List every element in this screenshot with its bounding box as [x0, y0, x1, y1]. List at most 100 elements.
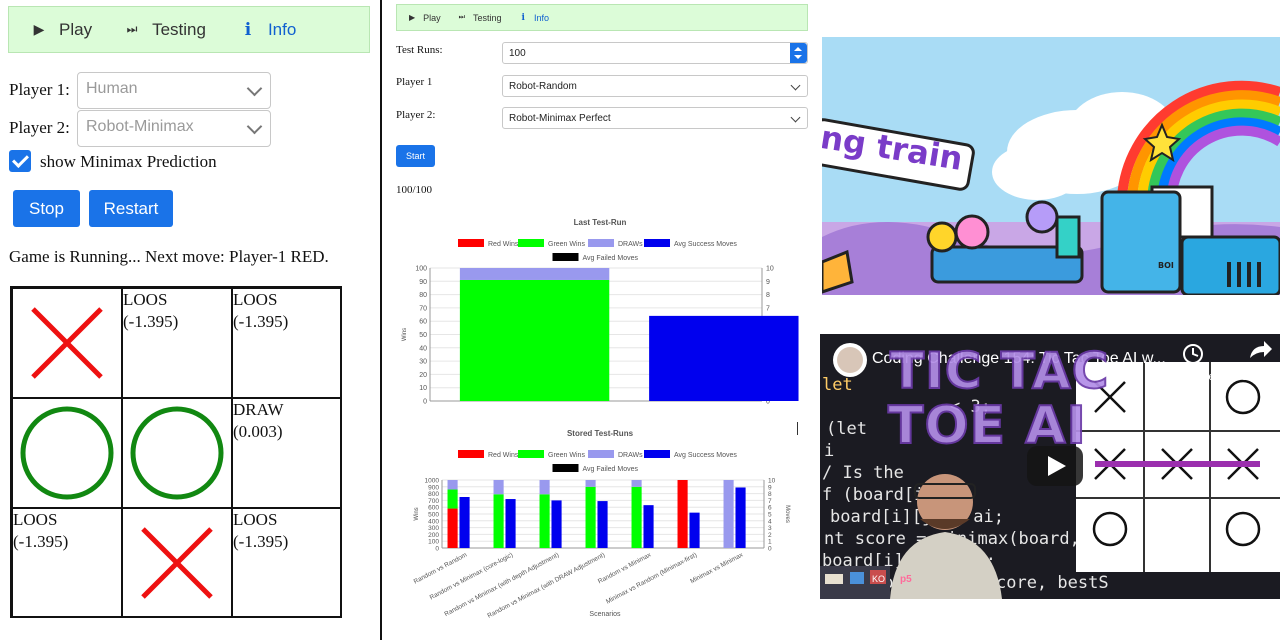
- nav-play-label: Play: [423, 12, 441, 23]
- y2-tick-label: 9: [768, 484, 772, 491]
- cell-prediction-score: (-1.395): [233, 532, 289, 551]
- bar-green-wins: [631, 486, 642, 548]
- y-axis-label: Wins: [402, 328, 408, 341]
- board-cell[interactable]: [122, 508, 232, 618]
- bar-green-wins: [459, 279, 610, 401]
- legend-label: DRAWs: [618, 452, 643, 459]
- bar-avg-success-moves: [551, 500, 562, 548]
- board-cell[interactable]: LOOS (-1.395): [12, 508, 122, 618]
- stop-button[interactable]: Stop: [13, 190, 80, 227]
- board-cell[interactable]: DRAW (0.003): [232, 398, 342, 508]
- y2-axis-label: Moves: [784, 505, 790, 523]
- y-tick-label: 500: [428, 512, 439, 519]
- legend-label: Avg Success Moves: [674, 241, 737, 248]
- player1-select[interactable]: Human: [77, 72, 271, 109]
- y-tick-label: 0: [435, 546, 439, 553]
- y2-tick-label: 1: [768, 539, 772, 546]
- chart-title: Stored Test-Runs: [567, 429, 634, 438]
- bar-draws: [493, 480, 504, 495]
- y-tick-label: 900: [428, 484, 439, 491]
- mid-player1-value: Robot-Random: [509, 81, 577, 92]
- bar-green-wins: [447, 489, 458, 509]
- board-cell[interactable]: LOOS (-1.395): [232, 288, 342, 398]
- x-mark: [31, 307, 103, 379]
- y-tick-label: 0: [423, 399, 427, 406]
- nav-testing[interactable]: ⏭ Testing: [459, 13, 502, 23]
- legend-label: Avg Failed Moves: [583, 255, 639, 262]
- middle-navbar: ▶ Play ⏭ Testing i Info: [396, 4, 808, 31]
- bar-avg-success-moves: [459, 497, 470, 548]
- y-tick-label: 90: [419, 279, 427, 286]
- bar-avg-success-moves: [735, 487, 746, 548]
- board-cell[interactable]: [122, 398, 232, 508]
- y-tick-label: 300: [428, 525, 439, 532]
- progress-text: 100/100: [396, 184, 433, 196]
- nav-testing[interactable]: ⏭ Testing: [122, 20, 206, 40]
- board-cell[interactable]: [12, 288, 122, 398]
- last-test-run-chart: Last Test-Run Red Wins Green Wins DRAWs Avg …: [402, 218, 799, 406]
- cell-prediction-label: LOOS: [233, 510, 278, 529]
- y2-tick-label: 6: [768, 505, 772, 512]
- coding-train-thumbnail[interactable]: ng train BOI: [822, 37, 1280, 295]
- y2-tick-label: 9: [766, 279, 770, 286]
- legend-swatch: [644, 239, 670, 247]
- cell-prediction-label: LOOS: [233, 290, 278, 309]
- y2-tick-label: 2: [768, 532, 772, 539]
- legend-label: Green Wins: [548, 452, 585, 459]
- cell-prediction-label: LOOS: [13, 510, 58, 529]
- test-runs-input[interactable]: 100: [502, 42, 808, 64]
- o-mark: [130, 406, 224, 500]
- mid-player2-select[interactable]: Robot-Minimax Perfect: [502, 107, 808, 129]
- game-status: Game is Running... Next move: Player-1 R…: [9, 247, 329, 266]
- stepper-icon[interactable]: [790, 43, 807, 63]
- nav-info-label: Info: [533, 12, 549, 23]
- bar-avg-success-moves: [649, 315, 799, 401]
- player1-label: Player 1:: [9, 80, 70, 99]
- cell-prediction-score: (-1.395): [123, 312, 179, 331]
- mid-player1-select[interactable]: Robot-Random: [502, 75, 808, 97]
- bar-red-wins: [447, 508, 458, 548]
- y2-tick-label: 7: [768, 498, 772, 505]
- board-cell[interactable]: [12, 398, 122, 508]
- y-tick-label: 100: [428, 539, 439, 546]
- panel-divider: [380, 0, 382, 640]
- legend-swatch: [552, 253, 579, 261]
- fast-forward-icon: ⏭: [126, 22, 138, 36]
- legend-swatch: [518, 239, 544, 247]
- legend-label: Red Wins: [488, 241, 519, 248]
- player2-select-value: Robot-Minimax: [86, 118, 194, 135]
- legend-label: DRAWs: [618, 241, 643, 248]
- chevron-down-icon: [246, 118, 263, 135]
- board-cell[interactable]: LOOS (-1.395): [232, 508, 342, 618]
- y2-tick-label: 0: [768, 546, 772, 553]
- fast-forward-icon: ⏭: [458, 13, 465, 21]
- share-label[interactable]: Share: [1241, 371, 1270, 383]
- y2-tick-label: 5: [768, 512, 772, 519]
- nav-info[interactable]: i Info: [522, 13, 549, 23]
- nav-play[interactable]: ▶ Play: [29, 20, 92, 40]
- cell-prediction-score: (-1.395): [13, 532, 69, 551]
- badge-ko: KO: [872, 574, 886, 584]
- player2-label: Player 2:: [9, 118, 70, 137]
- test-runs-label: Test Runs:: [396, 44, 443, 56]
- video-overlay-line2: TOE AI: [887, 395, 1087, 457]
- youtube-video-embed[interactable]: let < 3; (let i / Is the f (board[i][j] …: [820, 334, 1280, 599]
- left-navbar: ▶ Play ⏭ Testing i Info: [8, 6, 370, 53]
- cell-prediction: DRAW (0.003): [233, 399, 341, 443]
- y2-tick-label: 7: [766, 305, 770, 312]
- bar-draws: [539, 480, 550, 495]
- legend-label: Red Wins: [488, 452, 519, 459]
- bar-draws: [447, 480, 458, 490]
- nav-play[interactable]: ▶ Play: [409, 13, 441, 23]
- board-cell[interactable]: LOOS (-1.395): [122, 288, 232, 398]
- show-prediction-checkbox[interactable]: [9, 150, 31, 172]
- y-tick-label: 1000: [425, 478, 440, 485]
- x-tick-label: Random vs Minimax (core-logic): [429, 552, 515, 602]
- player2-select[interactable]: Robot-Minimax: [77, 110, 271, 147]
- watch-later-label[interactable]: Watch later: [1163, 371, 1218, 383]
- mid-player2-value: Robot-Minimax Perfect: [509, 113, 611, 124]
- start-button[interactable]: Start: [396, 145, 435, 167]
- nav-info[interactable]: i Info: [240, 20, 297, 40]
- legend-swatch: [644, 450, 670, 458]
- restart-button[interactable]: Restart: [89, 190, 173, 227]
